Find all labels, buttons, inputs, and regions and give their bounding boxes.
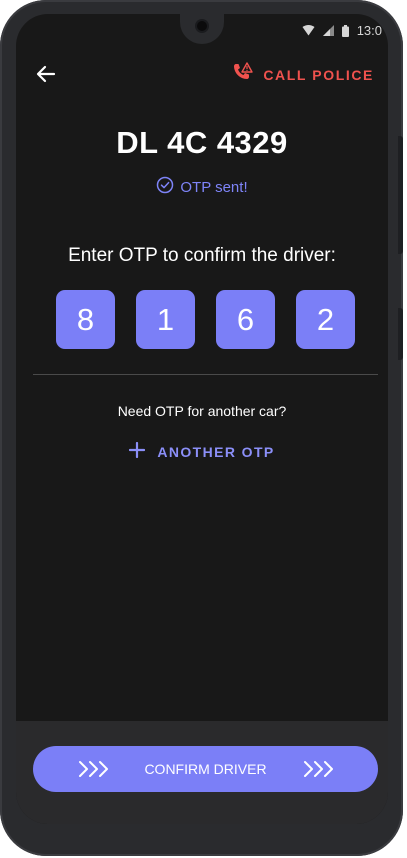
otp-digit-2[interactable]: 1	[136, 290, 195, 349]
back-arrow-icon	[34, 65, 58, 90]
otp-input-row: 8 1 6 2	[56, 290, 355, 349]
another-otp-label: ANOTHER OTP	[157, 443, 275, 460]
otp-sent-text: OTP sent!	[180, 178, 248, 196]
front-camera	[197, 21, 207, 31]
phone-frame: 13:0 CALL POLICE DL 4C 4329 OTP sent! En…	[0, 0, 403, 856]
side-power-button	[398, 308, 403, 360]
check-circle-icon	[156, 176, 174, 198]
wifi-icon	[302, 25, 315, 36]
divider	[33, 374, 378, 375]
triple-chevron-right-icon	[303, 760, 335, 781]
otp-prompt: Enter OTP to confirm the driver:	[68, 245, 336, 266]
call-police-label: CALL POLICE	[263, 66, 374, 83]
otp-digit-4[interactable]: 2	[296, 290, 355, 349]
otp-sent-status: OTP sent!	[16, 176, 388, 198]
status-time: 13:0	[356, 23, 382, 38]
phone-alert-icon	[231, 62, 254, 87]
status-bar: 13:0	[302, 23, 382, 38]
plus-icon	[129, 441, 146, 461]
vehicle-plate-number: DL 4C 4329	[116, 125, 288, 160]
back-button[interactable]	[34, 62, 58, 86]
triple-chevron-right-icon	[78, 760, 110, 781]
cellular-signal-icon	[322, 25, 334, 36]
call-police-button[interactable]: CALL POLICE	[231, 62, 374, 87]
side-volume-button	[398, 136, 403, 254]
confirm-driver-label: CONFIRM DRIVER	[144, 761, 267, 777]
otp-digit-3[interactable]: 6	[216, 290, 275, 349]
otp-digit-1[interactable]: 8	[56, 290, 115, 349]
bottom-panel: CONFIRM DRIVER	[16, 721, 388, 824]
battery-icon	[341, 24, 349, 37]
top-bar: CALL POLICE	[16, 58, 388, 90]
confirm-driver-button[interactable]: CONFIRM DRIVER	[33, 746, 378, 792]
need-otp-text: Need OTP for another car?	[117, 403, 287, 419]
camera-notch	[180, 14, 224, 44]
app-screen: 13:0 CALL POLICE DL 4C 4329 OTP sent! En…	[16, 14, 388, 824]
another-otp-button[interactable]: ANOTHER OTP	[16, 441, 388, 461]
